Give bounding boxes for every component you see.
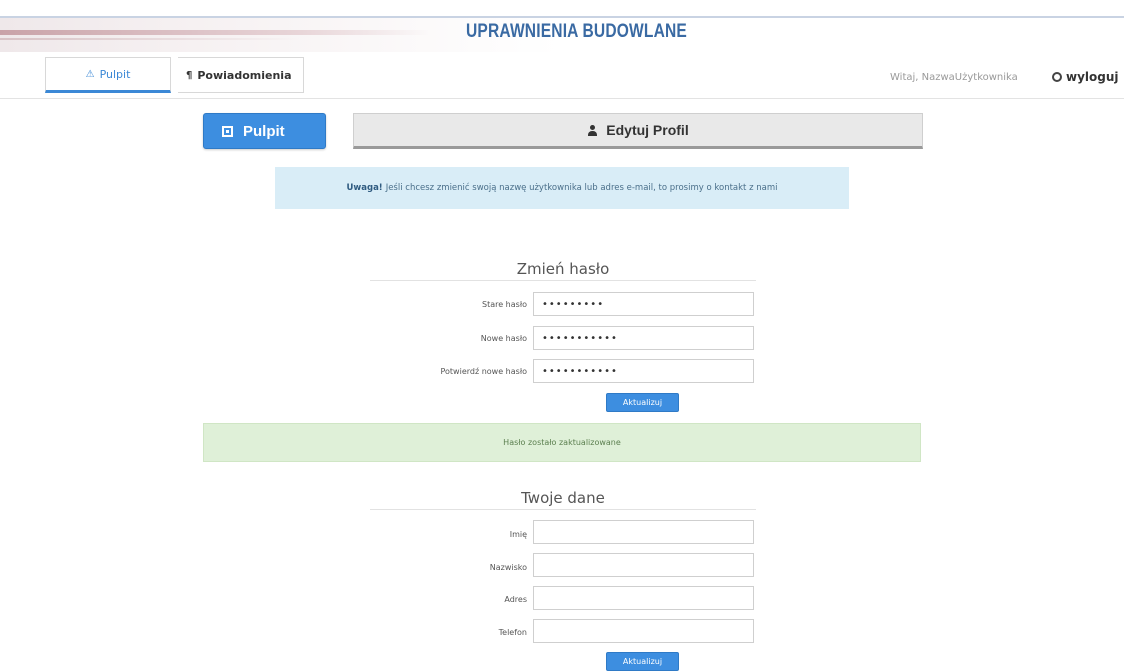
phone-field[interactable] (533, 619, 754, 643)
last-name-label: Nazwisko (489, 563, 527, 572)
divider (370, 280, 756, 281)
old-password-field[interactable]: ••••••••• (533, 292, 754, 316)
power-icon (1052, 72, 1062, 82)
dashboard-icon: ⚠ (85, 68, 95, 80)
divider (370, 509, 756, 510)
welcome-text: Witaj, NazwaUżytkownika (890, 72, 1018, 83)
header-banner-stripe (0, 38, 300, 40)
confirm-password-label: Potwierdź nowe hasło (440, 367, 527, 376)
megaphone-icon: ¶ (186, 69, 193, 81)
profile-section-title: Twoje dane (521, 489, 605, 507)
tab-notifications-label: Powiadomienia (197, 68, 292, 82)
edit-profile-label: Edytuj Profil (606, 122, 689, 138)
first-name-field[interactable] (533, 520, 754, 544)
address-label: Adres (504, 595, 527, 604)
info-alert: Uwaga! Jeśli chcesz zmienić swoją nazwę … (275, 167, 849, 209)
logout-link[interactable]: wyloguj (1052, 70, 1119, 84)
new-password-field[interactable]: ••••••••••• (533, 326, 754, 350)
site-header: UPRAWNIENIA BUDOWLANE (0, 0, 1124, 52)
confirm-password-field[interactable]: ••••••••••• (533, 359, 754, 383)
first-name-label: Imię (509, 530, 527, 539)
info-alert-text: Jeśli chcesz zmienić swoją nazwę użytkow… (385, 183, 778, 193)
phone-label: Telefon (498, 628, 527, 637)
address-field[interactable] (533, 586, 754, 610)
success-alert: Hasło zostało zaktualizowane (203, 423, 921, 462)
edit-profile-button[interactable]: Edytuj Profil (353, 113, 923, 149)
tab-pulpit-label: Pulpit (99, 67, 131, 81)
old-password-label: Stare hasło (481, 300, 527, 309)
new-password-label: Nowe hasło (480, 334, 527, 343)
last-name-field[interactable] (533, 553, 754, 577)
tab-pulpit[interactable]: ⚠ Pulpit (45, 57, 171, 93)
pulpit-button-label: Pulpit (243, 122, 285, 140)
update-profile-button[interactable]: Aktualizuj (606, 652, 679, 671)
info-alert-bold: Uwaga! (346, 183, 383, 193)
user-icon (587, 124, 598, 136)
update-password-button[interactable]: Aktualizuj (606, 393, 679, 412)
dashboard-icon (222, 125, 233, 137)
site-title: UPRAWNIENIA BUDOWLANE (466, 21, 687, 42)
header-banner-stripe (0, 30, 430, 35)
tab-notifications[interactable]: ¶ Powiadomienia (178, 57, 304, 93)
logout-label: wyloguj (1066, 70, 1119, 84)
pulpit-button[interactable]: Pulpit (203, 113, 326, 149)
password-section-title: Zmień hasło (516, 260, 610, 278)
